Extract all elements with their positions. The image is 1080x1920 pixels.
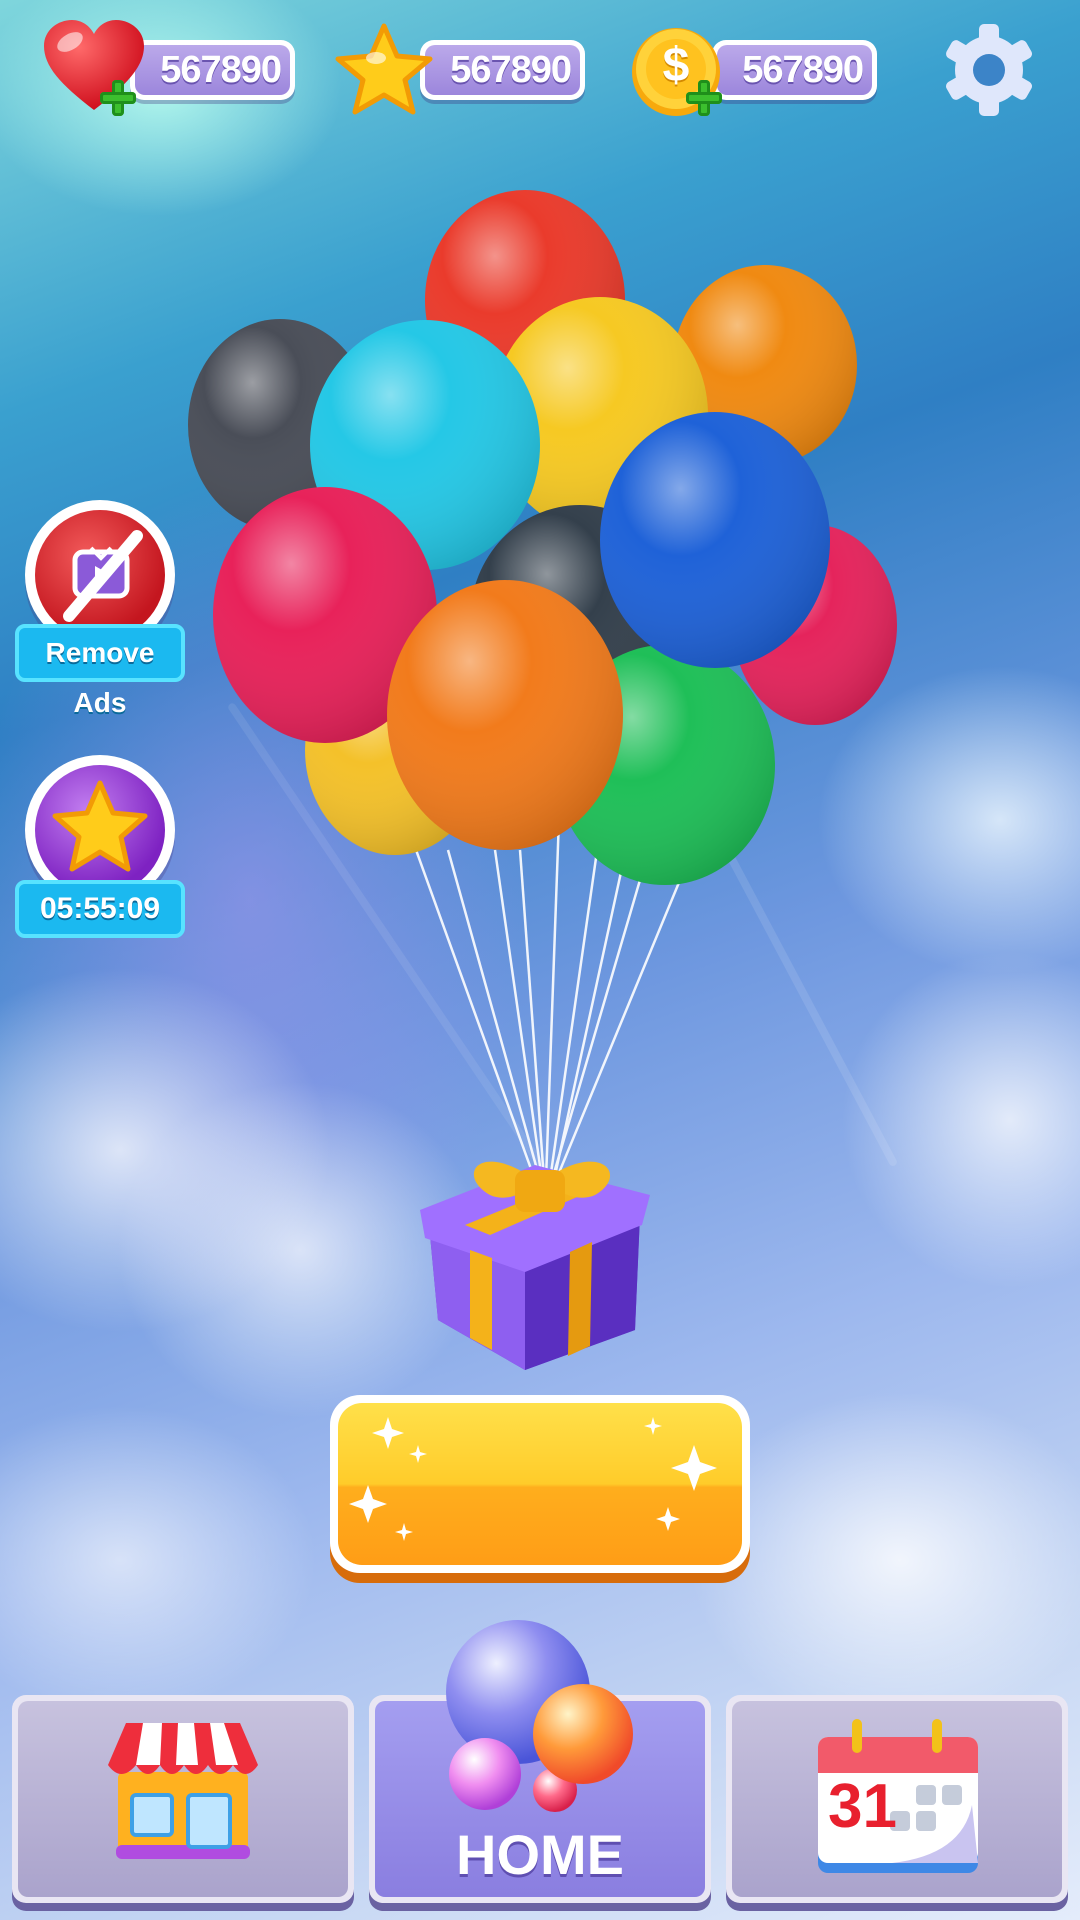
home-label: HOME <box>456 1823 624 1886</box>
balloon-blue <box>600 412 830 668</box>
gift-with-balloons <box>188 190 897 1370</box>
add-lives-icon[interactable] <box>100 80 136 116</box>
add-coins-icon[interactable] <box>686 80 722 116</box>
nav-shop[interactable] <box>12 1695 354 1903</box>
play-button[interactable] <box>330 1395 750 1573</box>
remove-ads-label: Remove Ads <box>15 624 185 718</box>
stars-value: 567890 <box>450 49 572 91</box>
sparkle-icon <box>349 1417 717 1541</box>
coins-value: 567890 <box>742 49 864 91</box>
balloon-orange-front <box>387 580 623 850</box>
shop-icon <box>108 1723 258 1859</box>
nav-calendar[interactable]: 31 <box>726 1695 1068 1903</box>
gear-icon[interactable] <box>936 20 1042 120</box>
gift-box <box>420 1161 650 1370</box>
star-icon <box>335 23 433 115</box>
bubbles-icon <box>446 1620 633 1812</box>
calendar-day: 31 <box>828 1772 897 1841</box>
lives-value: 567890 <box>160 49 282 91</box>
star-event-timer: 05:55:09 <box>15 880 185 938</box>
